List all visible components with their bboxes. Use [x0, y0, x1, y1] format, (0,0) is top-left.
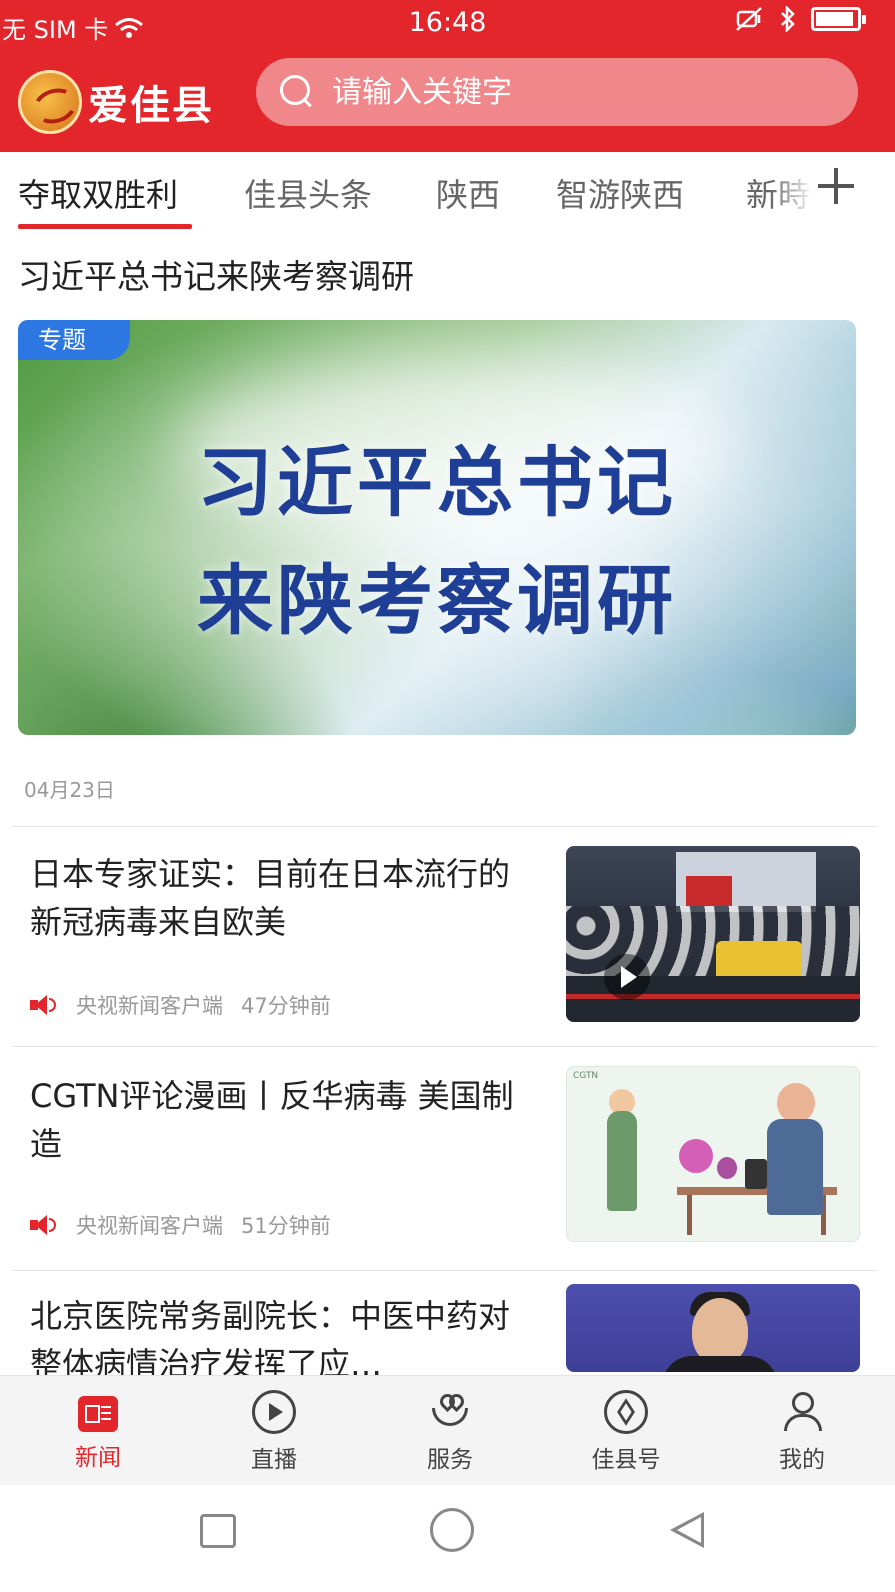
news-meta: 央视新闻客户端 51分钟前 [30, 1210, 331, 1240]
news-thumbnail [566, 846, 860, 1022]
thumb-rope [566, 994, 860, 999]
play-circle-icon [252, 1390, 296, 1434]
news-item[interactable]: 北京医院常务副院长：中医中药对整体病情治疗发挥了应… [12, 1284, 878, 1383]
nav-label: 服务 [427, 1447, 473, 1473]
search-bar[interactable] [256, 58, 858, 126]
status-bar: 无 SIM 卡 16:48 [0, 0, 895, 44]
person-icon [780, 1390, 824, 1434]
nav-live[interactable]: 直播 [214, 1390, 334, 1474]
home-icon[interactable] [430, 1508, 474, 1552]
cartoon-flask [679, 1139, 713, 1173]
banner-line-2: 来陕考察调研 [197, 556, 677, 645]
plus-icon[interactable] [812, 162, 860, 210]
thumb-face [692, 1298, 748, 1364]
speaker-icon [30, 994, 56, 1016]
active-tab-indicator [18, 224, 192, 229]
nav-label: 直播 [251, 1447, 297, 1473]
divider [12, 1046, 878, 1047]
app-bar: 爱佳县 [0, 50, 895, 150]
news-time: 47分钟前 [241, 994, 331, 1018]
app-header-background: 无 SIM 卡 16:48 爱佳县 [0, 0, 895, 152]
play-icon[interactable] [604, 954, 650, 1000]
news-time: 51分钟前 [241, 1214, 331, 1238]
news-headline: 日本专家证实：目前在日本流行的新冠病毒来自欧美 [30, 855, 511, 941]
cartoon-barrel [745, 1159, 767, 1189]
news-headline: CGTN评论漫画丨反华病毒 美国制造 [30, 1077, 514, 1163]
mute-icon [736, 7, 762, 31]
banner-line-1: 习近平总书记 [197, 438, 677, 527]
logo-emblem-icon [18, 70, 82, 134]
cartoon-flask [717, 1157, 737, 1179]
feature-date: 04月23日 [24, 778, 115, 802]
news-icon [78, 1396, 118, 1432]
compass-icon [604, 1390, 648, 1434]
status-right [735, 6, 866, 32]
channel-tabs: 夺取双胜利 佳县头条 陕西 智游陕西 新時 [0, 152, 895, 232]
app-logo[interactable]: 爱佳县 [18, 70, 214, 134]
news-source: 央视新闻客户端 [76, 994, 223, 1018]
news-headline: 北京医院常务副院长：中医中药对整体病情治疗发挥了应… [30, 1297, 511, 1383]
tab-jiaxian-toutiao[interactable]: 佳县头条 [244, 170, 372, 216]
topic-badge: 专题 [18, 320, 130, 360]
heart-hands-icon [428, 1390, 472, 1434]
nav-label: 佳县号 [591, 1447, 661, 1473]
nav-me[interactable]: 我的 [742, 1390, 862, 1474]
search-input[interactable] [332, 74, 832, 110]
nav-label: 新闻 [75, 1445, 121, 1471]
divider [12, 1270, 878, 1271]
tab-duoqu[interactable]: 夺取双胜利 [18, 170, 178, 216]
tab-zhiyou-shaanxi[interactable]: 智游陕西 [556, 170, 684, 216]
nav-jiaxianhao[interactable]: 佳县号 [566, 1390, 686, 1474]
feature-title[interactable]: 习近平总书记来陕考察调研 [18, 250, 414, 298]
feature-banner-image[interactable]: 习近平总书记 来陕考察调研 [18, 320, 856, 735]
banner-overlay-text: 习近平总书记 来陕考察调研 [18, 424, 856, 660]
nav-label: 我的 [779, 1447, 825, 1473]
speaker-icon [30, 1214, 56, 1236]
thumb-sign [686, 876, 732, 906]
cartoon-right-figure [767, 1119, 823, 1215]
cartoon-right-head [777, 1083, 815, 1123]
thumb-tag: CGTN [573, 1071, 599, 1081]
system-nav-bar [0, 1486, 895, 1592]
nav-service[interactable]: 服务 [390, 1390, 510, 1474]
news-meta: 央视新闻客户端 47分钟前 [30, 990, 331, 1020]
news-item[interactable]: CGTN评论漫画丨反华病毒 美国制造 央视新闻客户端 51分钟前 CGTN [12, 1066, 878, 1252]
news-item[interactable]: 日本专家证实：目前在日本流行的新冠病毒来自欧美 央视新闻客户端 47分钟前 [12, 846, 878, 1030]
tab-shaanxi[interactable]: 陕西 [436, 170, 500, 216]
bottom-nav: 新闻 直播 服务 佳县号 我的 [0, 1375, 895, 1485]
thumb-suit [662, 1356, 778, 1372]
app-name: 爱佳县 [88, 82, 214, 129]
search-icon [280, 75, 314, 109]
back-icon[interactable] [668, 1510, 708, 1550]
news-thumbnail [566, 1284, 860, 1372]
cartoon-left-figure [607, 1111, 637, 1211]
recents-icon[interactable] [200, 1514, 236, 1548]
nav-news[interactable]: 新闻 [38, 1390, 158, 1472]
cartoon-table-leg [687, 1195, 692, 1235]
battery-level [816, 12, 853, 26]
bluetooth-icon [781, 6, 795, 32]
news-thumbnail: CGTN [566, 1066, 860, 1242]
divider [12, 826, 878, 827]
battery-icon [811, 7, 866, 31]
news-source: 央视新闻客户端 [76, 1214, 223, 1238]
